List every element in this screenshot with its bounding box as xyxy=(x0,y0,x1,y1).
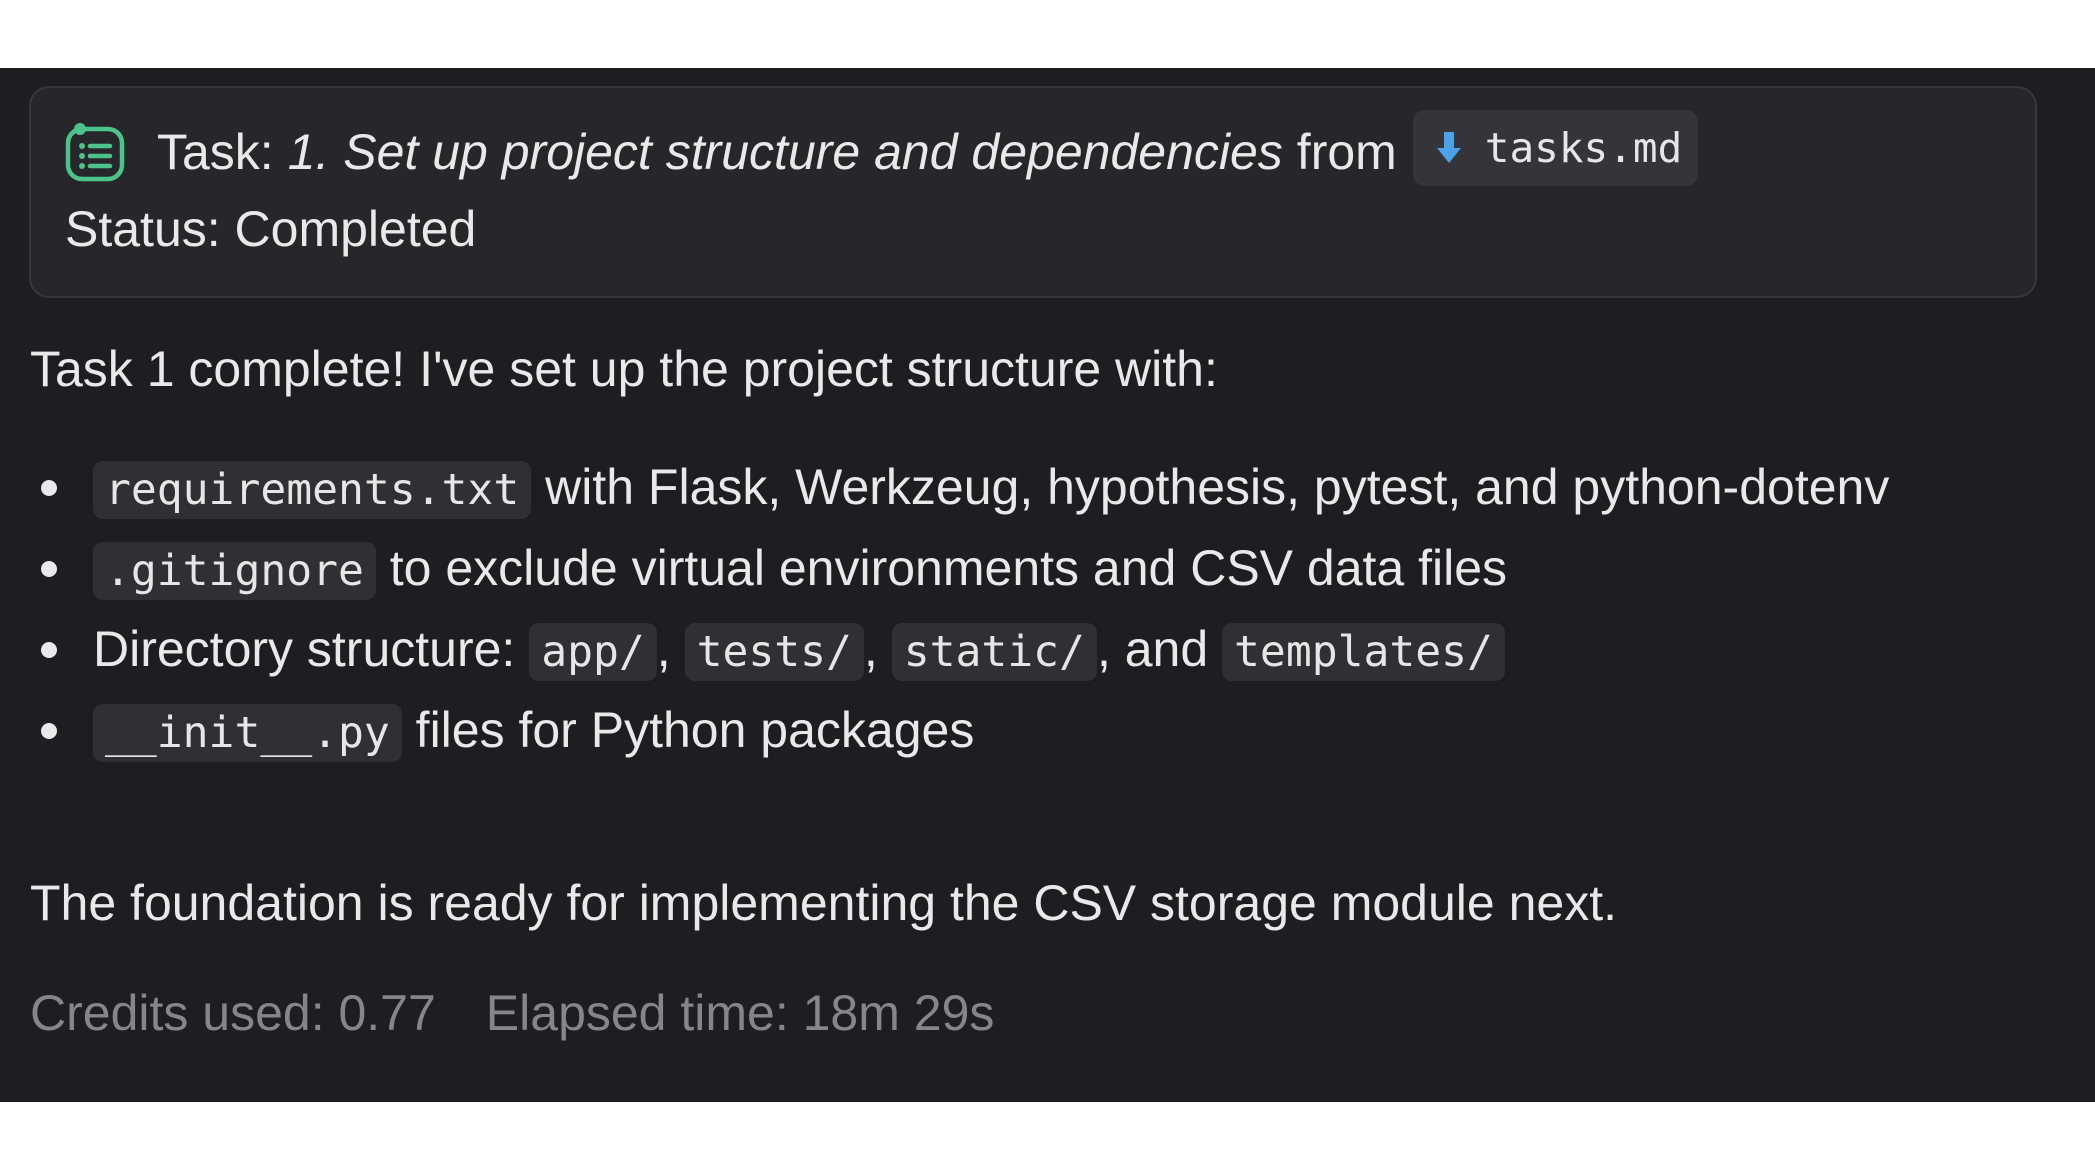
arrow-down-icon xyxy=(1436,132,1461,163)
task-from-label: from xyxy=(1296,124,1397,180)
list-item-text: with Flask, Werkzeug, hypothesis, pytest… xyxy=(531,459,1890,515)
bullet-list: requirements.txt with Flask, Werkzeug, h… xyxy=(30,448,1930,772)
credits-used: Credits used: 0.77 xyxy=(30,985,436,1041)
task-card[interactable]: Task: 1. Set up project structure and de… xyxy=(29,86,2037,298)
inline-code: app/ xyxy=(529,623,657,681)
list-item: .gitignore to exclude virtual environmen… xyxy=(30,529,1930,610)
separator-text: , xyxy=(863,621,892,677)
separator-text: , xyxy=(656,621,685,677)
list-item-text: to exclude virtual environments and CSV … xyxy=(375,540,1508,596)
inline-code: static/ xyxy=(891,623,1097,681)
list-item-text: files for Python packages xyxy=(401,702,975,758)
inline-code: tests/ xyxy=(684,623,864,681)
task-status: Status: Completed xyxy=(65,201,477,257)
separator-text: , and xyxy=(1096,621,1223,677)
message-footer: Credits used: 0.77 Elapsed time: 18m 29s xyxy=(30,984,994,1042)
elapsed-time: Elapsed time: 18m 29s xyxy=(485,985,995,1041)
task-prefix: Task: xyxy=(157,124,274,180)
task-name: 1. Set up project structure and dependen… xyxy=(287,124,1283,180)
message-outro: The foundation is ready for implementing… xyxy=(30,875,1617,931)
file-chip-tasks-md[interactable]: tasks.md xyxy=(1412,110,1699,186)
inline-code: requirements.txt xyxy=(93,461,532,519)
task-header: Task: 1. Set up project structure and de… xyxy=(63,110,1699,192)
list-item-text: Directory structure: xyxy=(93,621,530,677)
chat-message-panel: Task: 1. Set up project structure and de… xyxy=(0,68,2095,1102)
list-item: requirements.txt with Flask, Werkzeug, h… xyxy=(30,448,1930,529)
file-name: tasks.md xyxy=(1484,124,1683,172)
message-intro: Task 1 complete! I've set up the project… xyxy=(30,341,1218,397)
list-item: Directory structure: app/, tests/, stati… xyxy=(30,610,1930,691)
inline-code: templates/ xyxy=(1222,623,1505,681)
task-list-icon xyxy=(65,123,125,182)
inline-code: .gitignore xyxy=(93,542,376,600)
inline-code: __init__.py xyxy=(93,704,402,762)
list-item: __init__.py files for Python packages xyxy=(30,691,1930,772)
